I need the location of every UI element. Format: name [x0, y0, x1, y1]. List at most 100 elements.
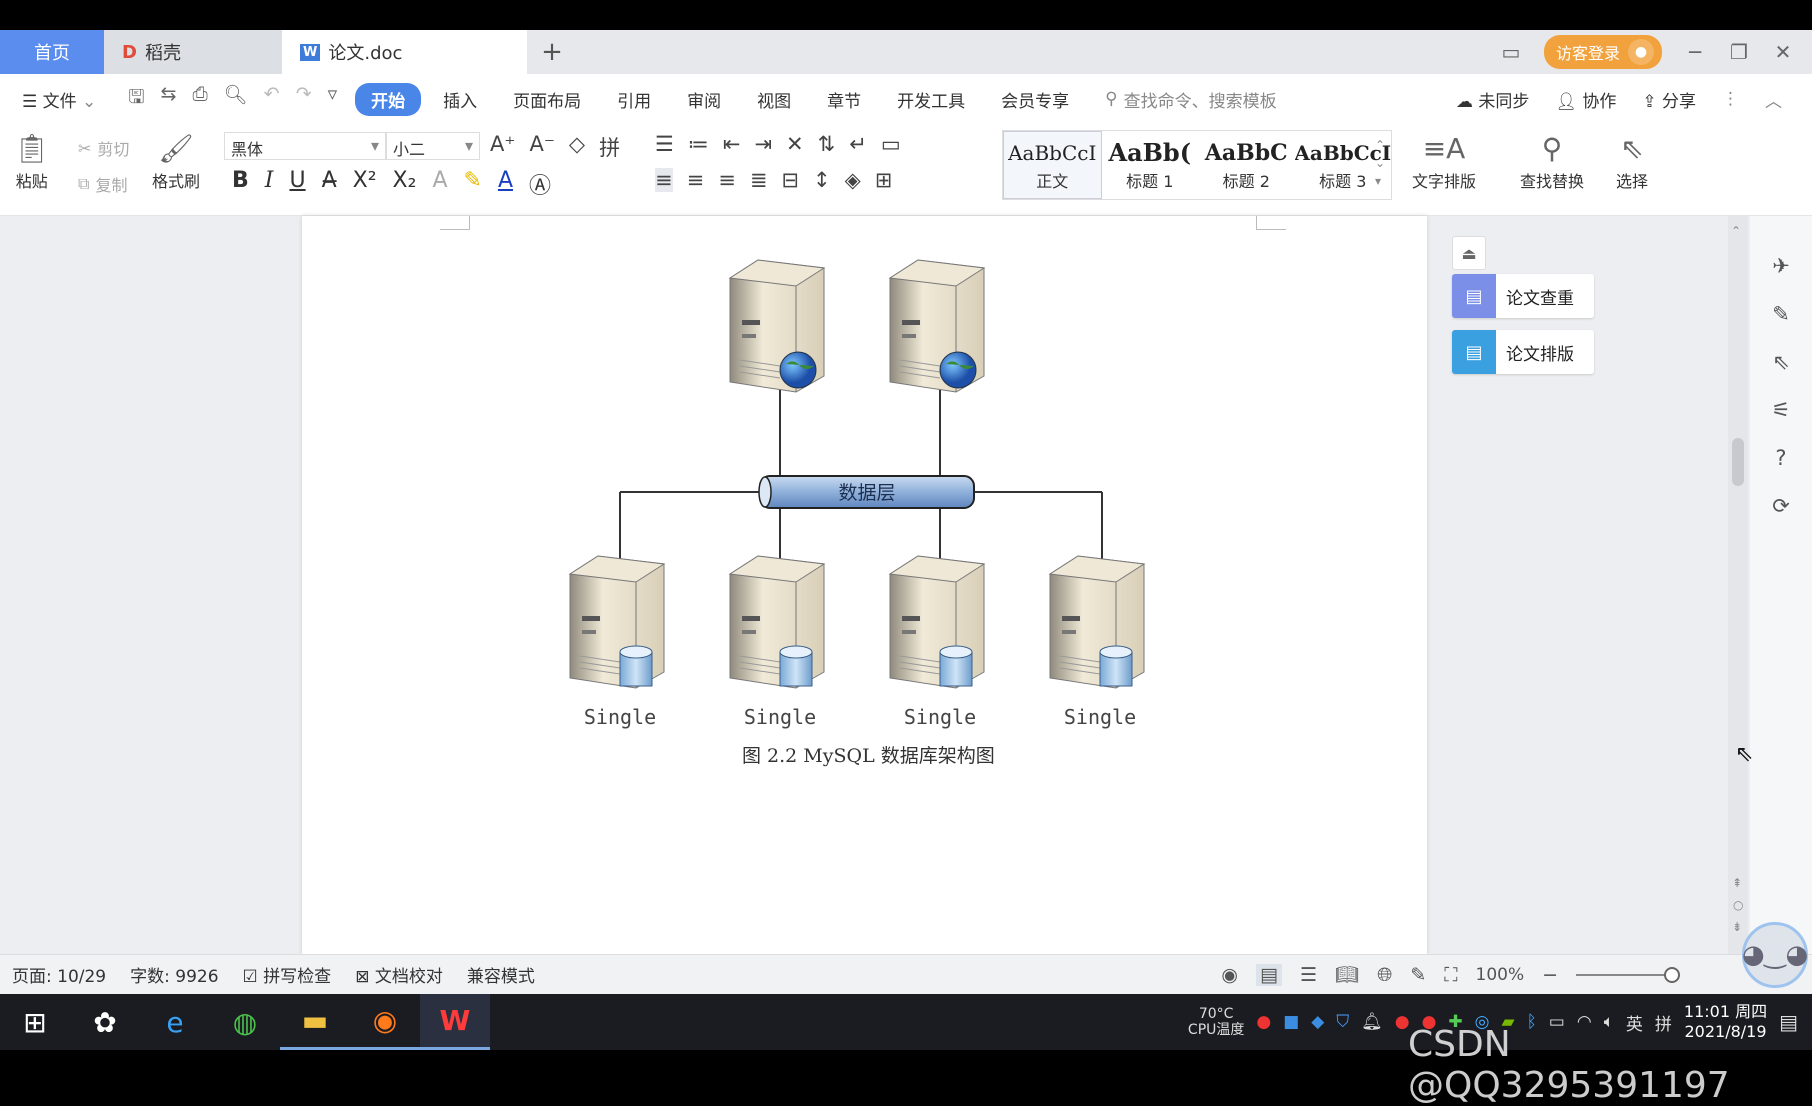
tab-member[interactable]: 会员专享 [983, 87, 1087, 112]
increase-indent-icon[interactable]: ⇥ [754, 132, 772, 156]
rocket-icon[interactable]: ✈ [1772, 254, 1790, 278]
notification-bell-icon[interactable]: 🔔︎ [1361, 1012, 1383, 1032]
font-size-select[interactable]: 小二 ▾ [386, 132, 480, 160]
paper-check-button[interactable]: ▤ 论文查重 [1452, 274, 1594, 318]
adjust-icon[interactable]: ⚟ [1772, 398, 1791, 422]
tab-developer[interactable]: 开发工具 [879, 87, 983, 112]
scrollbar-thumb[interactable] [1732, 438, 1744, 486]
tab-view[interactable]: 视图 [739, 87, 809, 112]
outline-view-icon[interactable]: ☰ [1300, 964, 1317, 986]
borders-icon[interactable]: ⊞ [875, 168, 893, 192]
pen-icon[interactable]: ✎ [1772, 302, 1790, 326]
tab-insert[interactable]: 插入 [425, 87, 495, 112]
numbered-list-icon[interactable]: ≔ [688, 132, 709, 156]
style-heading-1[interactable]: AaBb( 标题 1 [1102, 131, 1199, 199]
save-icon[interactable]: 🖫 [128, 83, 144, 115]
page-indicator[interactable]: 页面: 10/29 [0, 962, 118, 987]
style-normal[interactable]: AaBbCcI 正文 [1003, 131, 1102, 199]
phonetic-icon[interactable]: 拼 [599, 132, 620, 162]
cpu-temp[interactable]: 70°C CPU温度 [1188, 1006, 1244, 1038]
proofread-button[interactable]: ⊠ 文档校对 [343, 962, 455, 987]
taskbar-browser[interactable]: ◍ [210, 994, 280, 1050]
line-spacing-icon[interactable]: ↕ [813, 168, 831, 192]
spell-check-button[interactable]: ☑ 拼写检查 [231, 962, 344, 987]
font-color-icon[interactable]: A [498, 168, 513, 200]
undo-icon[interactable]: ↶ [264, 83, 280, 115]
tab-page-layout[interactable]: 页面布局 [495, 87, 599, 112]
web-view-icon[interactable]: 🌐︎ [1377, 964, 1392, 986]
word-count[interactable]: 字数: 9926 [118, 962, 230, 987]
grow-font-icon[interactable]: A⁺ [490, 132, 515, 162]
decrease-indent-icon[interactable]: ⇤ [723, 132, 741, 156]
scroll-up-icon[interactable]: ⌃ [1731, 224, 1741, 238]
backup-icon[interactable]: ⟳ [1772, 494, 1790, 518]
tab-home[interactable]: 首页 [0, 30, 104, 74]
cut-button[interactable]: ✂ 剪切 [78, 136, 129, 160]
tray-app-icon[interactable]: ■ [1283, 1012, 1299, 1032]
distribute-icon[interactable]: ⊟ [781, 168, 799, 192]
tab-references[interactable]: 引用 [599, 87, 669, 112]
print-preview-icon[interactable]: 🔍︎ [224, 83, 248, 115]
chinese-layout-icon[interactable]: ✕ [786, 132, 804, 156]
tray-app-icon[interactable]: ◆ [1311, 1012, 1324, 1032]
taskbar-wps[interactable]: W [420, 994, 490, 1050]
redo-icon[interactable]: ↷ [296, 83, 312, 115]
show-marks-icon[interactable]: ↵ [849, 132, 867, 156]
tab-section[interactable]: 章节 [809, 87, 879, 112]
ruler-icon[interactable]: ▭ [881, 132, 901, 156]
collapse-ribbon-icon[interactable]: ︿ [1765, 87, 1782, 112]
shrink-font-icon[interactable]: A⁻ [529, 132, 554, 162]
tab-docer[interactable]: D 稻壳 [104, 30, 282, 74]
align-left-icon[interactable]: ≡ [655, 168, 673, 192]
justify-icon[interactable]: ≣ [750, 168, 768, 192]
italic-icon[interactable]: I [265, 168, 274, 200]
paste-button[interactable]: 📋︎ 粘贴 [14, 130, 50, 192]
font-name-select[interactable]: 黑体 ▾ [224, 132, 386, 160]
underline-icon[interactable]: U [289, 168, 305, 200]
subscript-icon[interactable]: X₂ [393, 168, 417, 200]
shield-icon[interactable]: ⛉ [1336, 1012, 1349, 1032]
restore-icon[interactable]: ❐ [1728, 40, 1750, 64]
char-border-icon[interactable]: Ⓐ [529, 168, 551, 200]
vertical-scrollbar[interactable]: ⌃ ⇞ ○ ⇟ [1728, 216, 1748, 954]
taskbar-explorer[interactable]: ▬ [280, 994, 350, 1050]
text-layout-button[interactable]: ≡A 文字排版 [1412, 130, 1476, 192]
tab-document[interactable]: W 论文.doc [282, 30, 527, 74]
align-right-icon[interactable]: ≡ [718, 168, 736, 192]
sort-icon[interactable]: ⇅ [818, 132, 836, 156]
taskbar-ie[interactable]: e [140, 994, 210, 1050]
zoom-slider-knob[interactable] [1664, 966, 1681, 983]
pen-mode-icon[interactable]: ✎ [1410, 964, 1426, 986]
help-icon[interactable]: ? [1775, 446, 1786, 470]
copy-button[interactable]: ⧉ 复制 [78, 172, 127, 196]
start-button[interactable]: ⊞ [0, 994, 70, 1050]
format-painter-button[interactable]: 🖌︎ 格式刷 [152, 130, 200, 192]
tab-review[interactable]: 审阅 [669, 87, 739, 112]
customize-icon[interactable]: ▿ [328, 83, 338, 115]
window-layout-icon[interactable]: ▭ [1500, 40, 1522, 64]
text-effect-icon[interactable]: A [432, 168, 447, 200]
document-page[interactable]: 数据层 Single Single Single Single 图 2.2 MySQL… [302, 216, 1427, 954]
select-browse-icon[interactable]: ○ [1733, 898, 1743, 912]
zoom-slider[interactable] [1576, 966, 1681, 983]
tab-start[interactable]: 开始 [355, 82, 422, 116]
taskbar-recorder[interactable]: ◉ [350, 994, 420, 1050]
paper-layout-button[interactable]: ▤ 论文排版 [1452, 330, 1594, 374]
select-button[interactable]: ⇖ 选择 [1616, 130, 1648, 192]
print-icon[interactable]: ⎙ [192, 83, 207, 115]
command-search[interactable]: ⚲ 查找命令、搜索模板 [1087, 87, 1276, 112]
align-center-icon[interactable]: ≡ [687, 168, 705, 192]
taskbar-app-360[interactable]: ✿ [70, 994, 140, 1050]
close-icon[interactable]: ✕ [1772, 40, 1794, 64]
export-icon[interactable]: ⇆ [161, 83, 177, 115]
share-button[interactable]: ⇪ 分享 [1642, 87, 1696, 112]
shading-icon[interactable]: ◈ [845, 168, 861, 192]
strikethrough-icon[interactable]: A̶ [322, 168, 337, 200]
tray-app-icon[interactable]: ● [1256, 1012, 1271, 1032]
collapse-panel-icon[interactable]: ⏏ [1452, 236, 1486, 270]
zoom-out-icon[interactable]: − [1542, 964, 1558, 986]
guest-login-button[interactable]: 访客登录 ● [1543, 35, 1662, 69]
bullet-list-icon[interactable]: ☰ [655, 132, 674, 156]
minimize-icon[interactable]: ─ [1684, 40, 1706, 64]
more-icon[interactable]: ⋮ [1722, 89, 1739, 109]
